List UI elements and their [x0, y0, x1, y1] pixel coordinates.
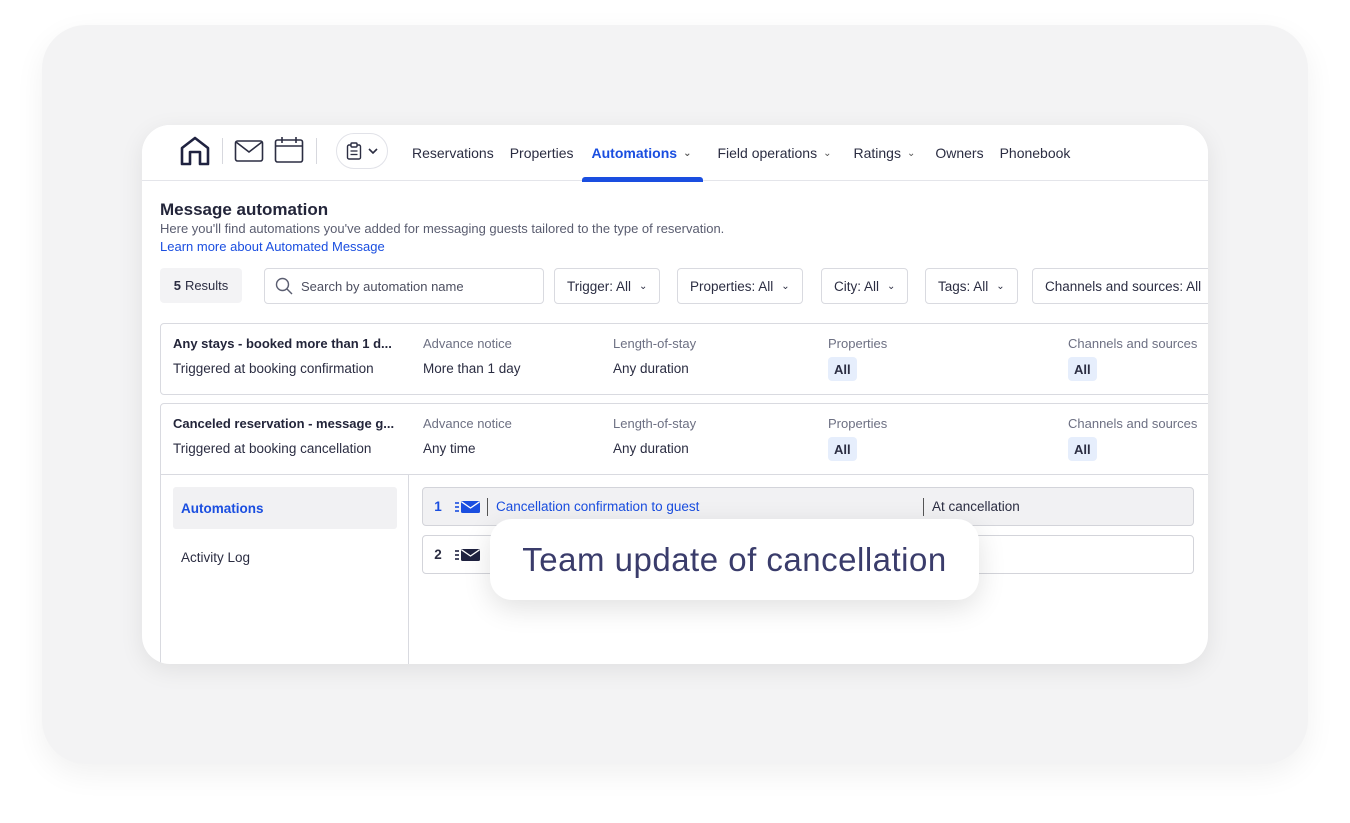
page-title: Message automation	[160, 200, 329, 219]
nav-item-properties[interactable]: Properties	[502, 125, 582, 181]
channels-pill: All	[1068, 437, 1097, 461]
message-timing: At cancellation	[932, 499, 1020, 514]
channels-label: Channels and sources	[1068, 416, 1198, 431]
automation-name: Any stays - booked more than 1 d...	[173, 336, 392, 351]
nav-item-label: Field operations	[717, 145, 818, 161]
chevron-down-icon	[368, 148, 378, 154]
length-of-stay-value: Any duration	[613, 361, 689, 376]
channels-label: Channels and sources	[1068, 336, 1198, 351]
filter-label: Tags: All	[938, 278, 989, 294]
nav-item-label: Ratings	[853, 145, 901, 161]
automation-trigger: Triggered at booking confirmation	[173, 361, 374, 376]
properties-label: Properties	[828, 416, 888, 431]
results-number: 5	[173, 278, 181, 293]
nav-item-label: Properties	[509, 145, 574, 161]
calendar-icon[interactable]	[274, 136, 304, 164]
channels-filter[interactable]: Channels and sources: All	[1032, 268, 1208, 304]
message-title[interactable]: Cancellation confirmation to guest	[496, 499, 916, 514]
tab-activity-log[interactable]: Activity Log	[173, 536, 397, 578]
panel-sidebar: Automations Activity Log	[161, 474, 409, 664]
learn-more-link[interactable]: Learn more about Automated Message	[160, 239, 385, 254]
nav-divider	[316, 138, 317, 164]
nav-menu: Reservations Properties Automations ⌄ Fie…	[404, 125, 1079, 182]
filter-label: Trigger: All	[567, 278, 632, 294]
nav-item-owners[interactable]: Owners	[927, 125, 991, 181]
properties-label: Properties	[828, 336, 888, 351]
automation-trigger: Triggered at booking cancellation	[173, 441, 372, 456]
nav-item-automations[interactable]: Automations ⌄	[581, 125, 704, 182]
chevron-down-icon: ⌄	[887, 280, 896, 292]
chevron-down-icon: ⌄	[683, 147, 692, 159]
trigger-filter[interactable]: Trigger: All ⌄	[554, 268, 661, 304]
length-of-stay-label: Length-of-stay	[613, 416, 697, 431]
filter-label: Properties: All	[690, 278, 774, 294]
nav-item-label: Owners	[935, 145, 984, 161]
message-number: 1	[434, 499, 442, 514]
tags-filter[interactable]: Tags: All ⌄	[925, 268, 1018, 304]
automation-name: Canceled reservation - message g...	[173, 416, 395, 431]
email-send-icon	[453, 500, 483, 514]
tasks-menu-button[interactable]	[336, 133, 388, 169]
nav-item-reservations[interactable]: Reservations	[404, 125, 502, 181]
tab-automations[interactable]: Automations	[173, 487, 397, 529]
filter-label: City: All	[834, 278, 880, 294]
length-of-stay-value: Any duration	[613, 441, 689, 456]
advance-notice-label: Advance notice	[423, 416, 512, 431]
filter-label: Channels and sources: All	[1045, 278, 1202, 294]
chevron-down-icon: ⌄	[639, 280, 648, 292]
automation-card[interactable]: Canceled reservation - message g... Trig…	[160, 403, 1208, 475]
chevron-down-icon: ⌄	[996, 280, 1005, 292]
message-number: 2	[434, 547, 442, 562]
nav-item-label: Reservations	[412, 145, 494, 161]
top-nav: Reservations Properties Automations ⌄ Fie…	[142, 125, 1208, 182]
chevron-down-icon: ⌄	[906, 147, 916, 159]
chevron-down-icon: ⌄	[823, 147, 832, 159]
clipboard-icon	[346, 142, 362, 160]
nav-divider	[222, 138, 223, 164]
nav-item-label: Automations	[591, 145, 678, 161]
nav-item-field-operations[interactable]: Field operations ⌄	[709, 125, 839, 181]
properties-filter[interactable]: Properties: All ⌄	[677, 268, 803, 304]
results-count: 5 Results	[160, 268, 242, 303]
advance-notice-value: More than 1 day	[423, 361, 521, 376]
city-filter[interactable]: City: All ⌄	[821, 268, 909, 304]
nav-item-ratings[interactable]: Ratings ⌄	[845, 125, 923, 181]
length-of-stay-label: Length-of-stay	[613, 336, 697, 351]
email-send-icon	[453, 548, 483, 562]
home-logo-icon[interactable]	[179, 135, 211, 167]
nav-item-phonebook[interactable]: Phonebook	[992, 125, 1079, 181]
advance-notice-value: Any time	[423, 441, 476, 456]
automation-card[interactable]: Any stays - booked more than 1 d... Trig…	[160, 323, 1208, 395]
nav-item-label: Phonebook	[999, 145, 1071, 161]
mail-icon[interactable]	[234, 139, 264, 163]
results-label: Results	[184, 278, 229, 293]
zoom-callout: Team update of cancellation	[490, 519, 979, 600]
chevron-down-icon: ⌄	[781, 280, 790, 292]
row-divider	[487, 497, 488, 516]
search-input[interactable]	[301, 278, 521, 294]
advance-notice-label: Advance notice	[423, 336, 512, 351]
properties-pill: All	[828, 357, 857, 381]
row-divider	[923, 498, 924, 516]
properties-pill: All	[828, 437, 857, 461]
search-box[interactable]	[264, 268, 544, 304]
page-subtitle: Here you'll find automations you've adde…	[160, 221, 725, 236]
channels-pill: All	[1068, 357, 1097, 381]
search-icon	[275, 277, 293, 295]
